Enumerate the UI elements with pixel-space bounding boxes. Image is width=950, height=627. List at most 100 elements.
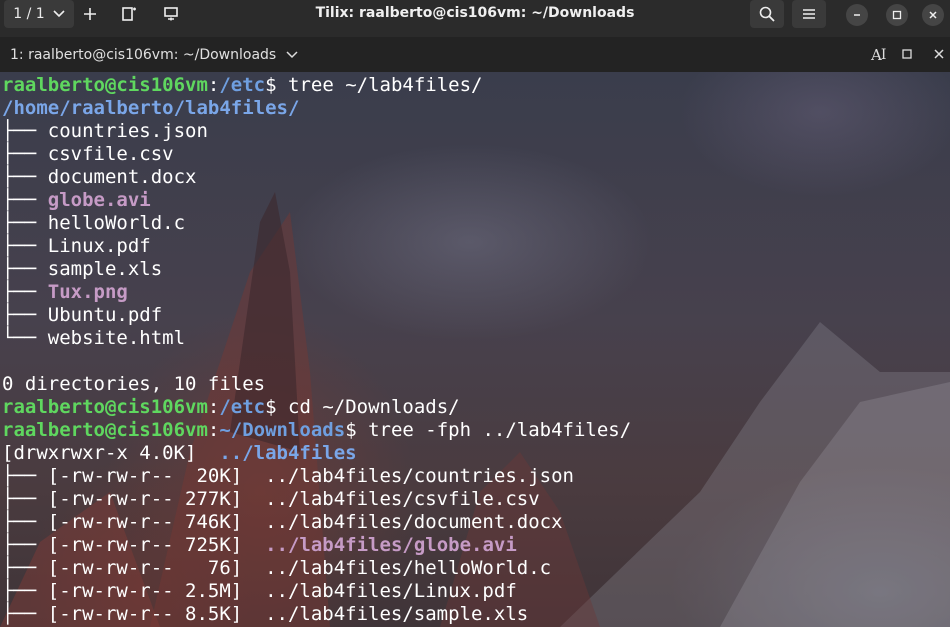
terminal-line: ├── document.docx: [2, 166, 631, 189]
terminal-text-segment: website.html: [47, 327, 186, 349]
terminal-line: ├── sample.xls: [2, 258, 631, 281]
terminal-title-dropdown[interactable]: 1: raalberto@cis106vm: ~/Downloads: [10, 37, 298, 72]
terminal-text-segment: Tux.png: [47, 281, 128, 303]
terminal-line: /home/raalberto/lab4files/: [2, 97, 631, 120]
terminal-tab-bar: 1: raalberto@cis106vm: ~/Downloads AI: [0, 37, 950, 72]
terminal-text-segment: ├── [-rw-rw-r-- 2.5M] ../lab4files/Linux…: [2, 580, 517, 602]
terminal-text-segment: ├──: [2, 281, 48, 303]
terminal-text-segment: raalberto@cis106vm: [2, 74, 208, 96]
terminal-line: raalberto@cis106vm:/etc$ cd ~/Downloads/: [2, 396, 631, 419]
terminal-title: 1: raalberto@cis106vm: ~/Downloads: [10, 46, 277, 63]
terminal-text-segment: 0 directories, 10 files: [2, 373, 266, 395]
split-right-icon: [122, 7, 136, 21]
terminal-output: raalberto@cis106vm:/etc$ tree ~/lab4file…: [2, 74, 631, 626]
terminal-line: ├── Linux.pdf: [2, 235, 631, 258]
terminal-text-segment: ├──: [2, 235, 48, 257]
chevron-down-icon: [286, 50, 298, 58]
terminal-line: ├── [-rw-rw-r-- 725K] ../lab4files/globe…: [2, 534, 631, 557]
terminal-line: ├── [-rw-rw-r-- 8.5K] ../lab4files/sampl…: [2, 603, 631, 626]
terminal-text-segment: /etc: [219, 396, 266, 418]
terminal-text-segment: Linux.pdf: [47, 235, 151, 257]
minimize-icon: [854, 14, 860, 16]
search-icon: [759, 6, 775, 22]
terminal-text-segment: :: [207, 74, 220, 96]
terminal-text-segment: ├──: [2, 212, 48, 234]
terminal-text-segment: $ tree -fph ../lab4files/: [345, 419, 632, 441]
terminal-text-segment: ├──: [2, 258, 48, 280]
terminal-text-segment: helloWorld.c: [47, 212, 186, 234]
hamburger-menu-icon: [803, 9, 815, 19]
terminal-line: ├── [-rw-rw-r-- 2.5M] ../lab4files/Linux…: [2, 580, 631, 603]
terminal-line: 0 directories, 10 files: [2, 373, 631, 396]
terminal-text-segment: $ cd ~/Downloads/: [265, 396, 460, 418]
terminal-line: ├── Tux.png: [2, 281, 631, 304]
terminal-line: ├── [-rw-rw-r-- 20K] ../lab4files/countr…: [2, 465, 631, 488]
terminal-text-segment: /home/raalberto/lab4files/: [2, 97, 300, 119]
terminal-text-segment: ├──: [2, 166, 48, 188]
terminal-text-segment: └──: [2, 327, 48, 349]
text-cursor-icon: I: [880, 47, 887, 63]
session-counter: 1 / 1: [13, 6, 45, 22]
terminal-text-segment: raalberto@cis106vm: [2, 419, 208, 441]
maximize-button[interactable]: [886, 4, 908, 26]
terminal-text-segment: globe.avi: [47, 189, 151, 211]
terminal-line: raalberto@cis106vm:~/Downloads$ tree -fp…: [2, 419, 631, 442]
terminal-line: [drwxrwxr-x 4.0K] ../lab4files: [2, 442, 631, 465]
terminal-text-segment: ├── [-rw-rw-r-- 746K] ../lab4files/docum…: [2, 511, 563, 533]
terminal-line: raalberto@cis106vm:/etc$ tree ~/lab4file…: [2, 74, 631, 97]
chevron-down-icon: [53, 10, 65, 18]
terminal-text-segment: ├── [-rw-rw-r-- 725K]: [2, 534, 266, 556]
terminal-text-segment: ~/Downloads: [219, 419, 346, 441]
add-session-button[interactable]: [78, 0, 102, 28]
terminal-line: └── website.html: [2, 327, 631, 350]
terminal-text-segment: /etc: [219, 74, 266, 96]
maximize-terminal-button[interactable]: [900, 47, 914, 61]
add-terminal-right-button[interactable]: [116, 0, 142, 28]
terminal-line: ├── [-rw-rw-r-- 277K] ../lab4files/csvfi…: [2, 488, 631, 511]
terminal-text-segment: countries.json: [47, 120, 208, 142]
terminal-text-segment: document.docx: [47, 166, 197, 188]
split-down-icon: [164, 7, 178, 21]
terminal-text-segment: ├──: [2, 143, 48, 165]
terminal-text-segment: ../lab4files/globe.avi: [265, 534, 517, 556]
terminal-text-segment: $ tree ~/lab4files/: [265, 74, 483, 96]
maximize-icon: [902, 49, 912, 59]
terminal-line: ├── [-rw-rw-r-- 76] ../lab4files/helloWo…: [2, 557, 631, 580]
terminal-text-segment: ├──: [2, 304, 48, 326]
terminal-line: ├── csvfile.csv: [2, 143, 631, 166]
session-switcher-button[interactable]: 1 / 1: [4, 0, 74, 28]
maximize-icon: [892, 10, 902, 20]
terminal-text-segment: ├──: [2, 189, 48, 211]
terminal-line: ├── helloWorld.c: [2, 212, 631, 235]
terminal-text-segment: raalberto@cis106vm: [2, 396, 208, 418]
terminal-line: ├── Ubuntu.pdf: [2, 304, 631, 327]
title-bar: 1 / 1 Tilix: raalberto@cis106vm: ~/Downl…: [0, 0, 950, 37]
minimize-button[interactable]: [846, 4, 868, 26]
terminal-text-segment: ├── [-rw-rw-r-- 277K] ../lab4files/csvfi…: [2, 488, 540, 510]
terminal-text-segment: csvfile.csv: [47, 143, 174, 165]
menu-button[interactable]: [792, 0, 826, 28]
close-icon: [929, 11, 937, 19]
terminal-text-segment: :: [207, 419, 220, 441]
plus-icon: [84, 8, 96, 20]
terminal-text-segment: sample.xls: [47, 258, 163, 280]
terminal-text-segment: ├──: [2, 120, 48, 142]
terminal-line: ├── globe.avi: [2, 189, 631, 212]
terminal-viewport[interactable]: raalberto@cis106vm:/etc$ tree ~/lab4file…: [0, 72, 950, 627]
close-icon: [934, 49, 944, 59]
terminal-text-segment: ../lab4files: [219, 442, 357, 464]
add-terminal-down-button[interactable]: [158, 0, 184, 28]
terminal-text-segment: Ubuntu.pdf: [47, 304, 163, 326]
terminal-text-segment: ├── [-rw-rw-r-- 20K] ../lab4files/countr…: [2, 465, 574, 487]
terminal-text-segment: [drwxrwxr-x 4.0K]: [2, 442, 220, 464]
read-only-toggle[interactable]: AI: [871, 45, 886, 65]
search-button[interactable]: [750, 0, 784, 28]
terminal-line: ├── [-rw-rw-r-- 746K] ../lab4files/docum…: [2, 511, 631, 534]
close-terminal-button[interactable]: [932, 47, 946, 61]
terminal-text-segment: ├── [-rw-rw-r-- 76] ../lab4files/helloWo…: [2, 557, 552, 579]
close-button[interactable]: [922, 4, 944, 26]
terminal-line: ├── countries.json: [2, 120, 631, 143]
terminal-text-segment: ├── [-rw-rw-r-- 8.5K] ../lab4files/sampl…: [2, 603, 529, 625]
terminal-text-segment: :: [207, 396, 220, 418]
